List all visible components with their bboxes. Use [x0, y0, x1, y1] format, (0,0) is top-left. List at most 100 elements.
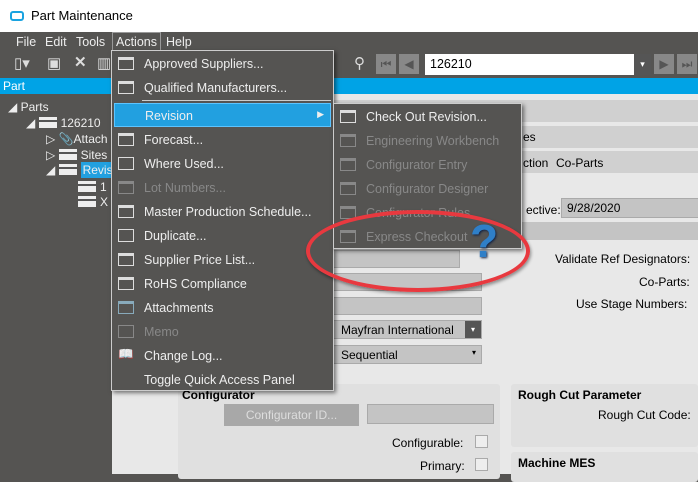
tab-partial[interactable]: es	[523, 130, 536, 144]
binoculars-icon[interactable]: ⚲	[354, 54, 365, 72]
tab-partial-2[interactable]: ction	[523, 156, 548, 170]
toolbar: ▯▾ ▣ ✕ ▥ ⚲ ⏮ ◀ 126210 ▾ ▶ ⏭	[0, 51, 698, 78]
use-stage-numbers-label: Use Stage Numbers:	[576, 297, 688, 311]
menu-edit[interactable]: Edit	[45, 35, 67, 49]
menu-tools[interactable]: Tools	[76, 35, 105, 49]
record-selector[interactable]: 126210 ▾	[425, 54, 651, 75]
configurator-panel: Configurator Configurator ID... Configur…	[178, 384, 500, 479]
primary-label: Primary:	[420, 459, 465, 473]
form-icon	[340, 134, 356, 147]
attachment-icon	[118, 301, 134, 314]
submenu-item-configurator-designer: Configurator Designer	[336, 177, 519, 201]
form-icon	[118, 253, 134, 266]
submenu-item-check-out-revision[interactable]: Check Out Revision...	[336, 105, 519, 129]
coparts-label: Co-Parts:	[639, 275, 690, 289]
chevron-down-icon: ▾	[471, 348, 476, 357]
sequence-dropdown[interactable]: Sequential ▾	[322, 345, 482, 364]
tree-node-attachments[interactable]: ▷ 📎Attach	[46, 132, 108, 146]
menu-item-lot-numbers: Lot Numbers...	[114, 176, 331, 200]
site-dropdown[interactable]: Mayfran International ▾	[322, 320, 482, 339]
rough-cut-panel: Rough Cut Parameter Rough Cut Code:	[511, 384, 698, 447]
prev-record-icon[interactable]: ◀	[399, 54, 419, 74]
paperclip-icon: 📎	[58, 132, 74, 146]
folder-icon	[58, 149, 77, 160]
form-icon	[118, 181, 134, 194]
last-record-icon[interactable]: ⏭	[677, 54, 697, 74]
save-icon[interactable]: ▣	[47, 54, 61, 72]
tree-node-revision-x[interactable]: X	[78, 195, 108, 209]
menu-item-toggle-quick-access[interactable]: Toggle Quick Access Panel	[114, 368, 331, 392]
tree-node-sites[interactable]: ▷ Sites (	[46, 148, 115, 162]
part-header-bar: Part	[0, 78, 698, 94]
part-tree: ◢ Parts ◢ 126210 ▷ 📎Attach ▷ Sites ( ◢ R…	[0, 94, 118, 474]
menu-item-revision[interactable]: Revision ▶	[114, 103, 331, 127]
rough-cut-code-label: Rough Cut Code:	[598, 408, 691, 422]
menu-item-qualified-manufacturers[interactable]: Qualified Manufacturers...	[114, 76, 331, 100]
menu-item-duplicate[interactable]: Duplicate...	[114, 224, 331, 248]
title-bar: Part Maintenance	[0, 0, 698, 32]
effective-date-field[interactable]: 9/28/2020	[561, 198, 698, 218]
menu-item-change-log[interactable]: 📖 Change Log...	[114, 344, 331, 368]
form-icon	[118, 81, 134, 94]
window-icon	[118, 157, 134, 170]
window-icon	[118, 229, 134, 242]
menu-actions[interactable]: Actions	[112, 32, 161, 52]
menu-item-memo: Memo	[114, 320, 331, 344]
book-icon: 📖	[118, 347, 134, 361]
menu-item-where-used[interactable]: Where Used...	[114, 152, 331, 176]
memo-icon	[118, 325, 134, 338]
record-value: 126210	[430, 57, 472, 71]
submenu-arrow-icon: ▶	[317, 109, 324, 119]
tree-node-revisions[interactable]: ◢ Revisi	[46, 162, 118, 178]
menu-separator	[142, 100, 331, 101]
form-icon	[340, 182, 356, 195]
folder-icon	[78, 196, 96, 207]
menu-item-rohs-compliance[interactable]: RoHS Compliance	[114, 272, 331, 296]
window-title: Part Maintenance	[31, 8, 133, 23]
delete-icon[interactable]: ✕	[74, 53, 87, 71]
folder-icon	[38, 117, 57, 128]
tree-node-revision-1[interactable]: 1	[78, 180, 107, 194]
menu-file[interactable]: File	[16, 35, 36, 49]
menu-item-attachments[interactable]: Attachments	[114, 296, 331, 320]
submenu-item-configurator-entry: Configurator Entry	[336, 153, 519, 177]
machine-mes-title: Machine MES	[518, 456, 596, 470]
book-icon[interactable]: ▥	[97, 54, 111, 72]
folder-icon	[58, 164, 77, 175]
form-icon	[340, 158, 356, 171]
tree-node-part[interactable]: ◢ 126210	[26, 116, 101, 130]
menu-item-forecast[interactable]: Forecast...	[114, 128, 331, 152]
actions-menu: Approved Suppliers... Qualified Manufact…	[111, 50, 334, 391]
part-bar-label: Part	[3, 79, 26, 93]
configurable-label: Configurable:	[392, 436, 464, 450]
configurable-checkbox[interactable]	[475, 435, 488, 448]
form-icon	[118, 57, 134, 70]
configurator-id-field[interactable]	[367, 404, 494, 424]
text-field-3[interactable]	[322, 297, 482, 315]
chevron-down-icon[interactable]: ▾	[634, 54, 651, 75]
tab-coparts[interactable]: Co-Parts	[556, 156, 603, 170]
validate-ref-designators-label: Validate Ref Designators:	[555, 252, 691, 266]
app-icon	[10, 11, 24, 21]
menu-item-master-production-schedule[interactable]: Master Production Schedule...	[114, 200, 331, 224]
new-icon[interactable]: ▯▾	[14, 54, 30, 72]
submenu-item-engineering-workbench: Engineering Workbench	[336, 129, 519, 153]
menu-item-supplier-price-list[interactable]: Supplier Price List...	[114, 248, 331, 272]
chevron-down-icon: ▾	[465, 321, 481, 338]
menu-help[interactable]: Help	[166, 35, 192, 49]
rough-cut-title: Rough Cut Parameter	[518, 388, 642, 402]
machine-mes-panel: Machine MES	[511, 452, 698, 482]
next-record-icon[interactable]: ▶	[654, 54, 674, 74]
form-icon	[340, 110, 356, 123]
effective-label: ective:	[526, 203, 561, 217]
menu-bar: File Edit Tools Actions Help	[0, 32, 698, 52]
question-mark-icon: ?	[470, 215, 499, 267]
primary-checkbox[interactable]	[475, 458, 488, 471]
form-icon	[118, 205, 134, 218]
folder-icon	[78, 181, 96, 192]
tree-node-parts[interactable]: ◢ Parts	[8, 100, 49, 114]
form-icon	[118, 277, 134, 290]
menu-item-approved-suppliers[interactable]: Approved Suppliers...	[114, 52, 331, 76]
first-record-icon[interactable]: ⏮	[376, 54, 396, 74]
configurator-id-button[interactable]: Configurator ID...	[224, 404, 359, 426]
